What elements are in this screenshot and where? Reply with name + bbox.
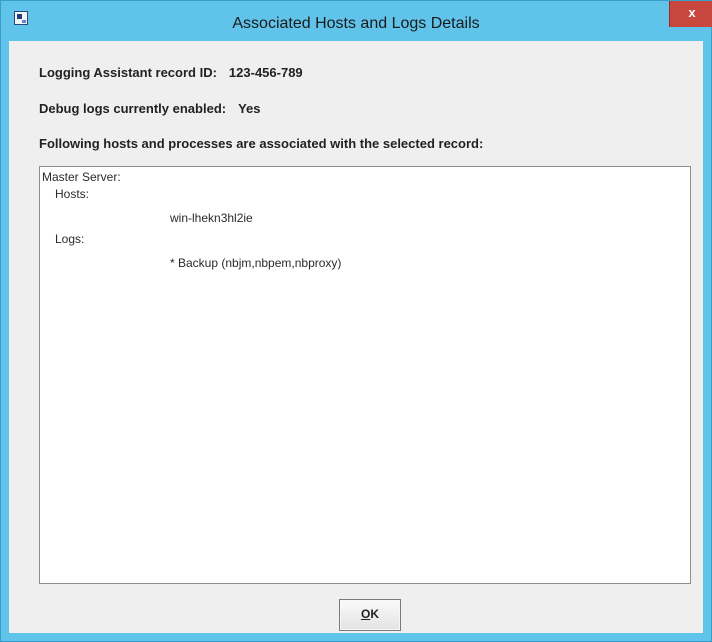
- record-id-label: Logging Assistant record ID:: [39, 65, 217, 80]
- hosts-label: Hosts:: [55, 187, 90, 201]
- debug-logs-value: Yes: [238, 101, 261, 116]
- record-id-value: 123-456-789: [228, 65, 303, 80]
- ok-mnemonic: O: [360, 607, 371, 621]
- close-button[interactable]: x: [669, 1, 712, 27]
- master-server-label: Master Server:: [42, 170, 121, 184]
- dialog-content: Logging Assistant record ID: 123-456-789 …: [9, 41, 703, 633]
- record-id-row: Logging Assistant record ID: 123-456-789: [39, 65, 303, 80]
- title-bar[interactable]: Associated Hosts and Logs Details x: [1, 1, 712, 41]
- dialog-window: Associated Hosts and Logs Details x Logg…: [0, 0, 712, 642]
- ok-button[interactable]: OK: [339, 599, 401, 631]
- ok-label: K: [370, 607, 379, 621]
- debug-logs-row: Debug logs currently enabled: Yes: [39, 101, 261, 116]
- host-value: win-lhekn3hl2ie: [170, 211, 253, 225]
- debug-logs-label: Debug logs currently enabled:: [39, 101, 227, 116]
- details-text-area[interactable]: Master Server: Hosts: win-lhekn3hl2ie Lo…: [39, 166, 691, 584]
- log-value: * Backup (nbjm,nbpem,nbproxy): [170, 256, 342, 270]
- associated-description: Following hosts and processes are associ…: [39, 136, 484, 151]
- window-title: Associated Hosts and Logs Details: [232, 15, 480, 32]
- close-icon: x: [688, 5, 696, 20]
- logs-label: Logs:: [55, 232, 85, 246]
